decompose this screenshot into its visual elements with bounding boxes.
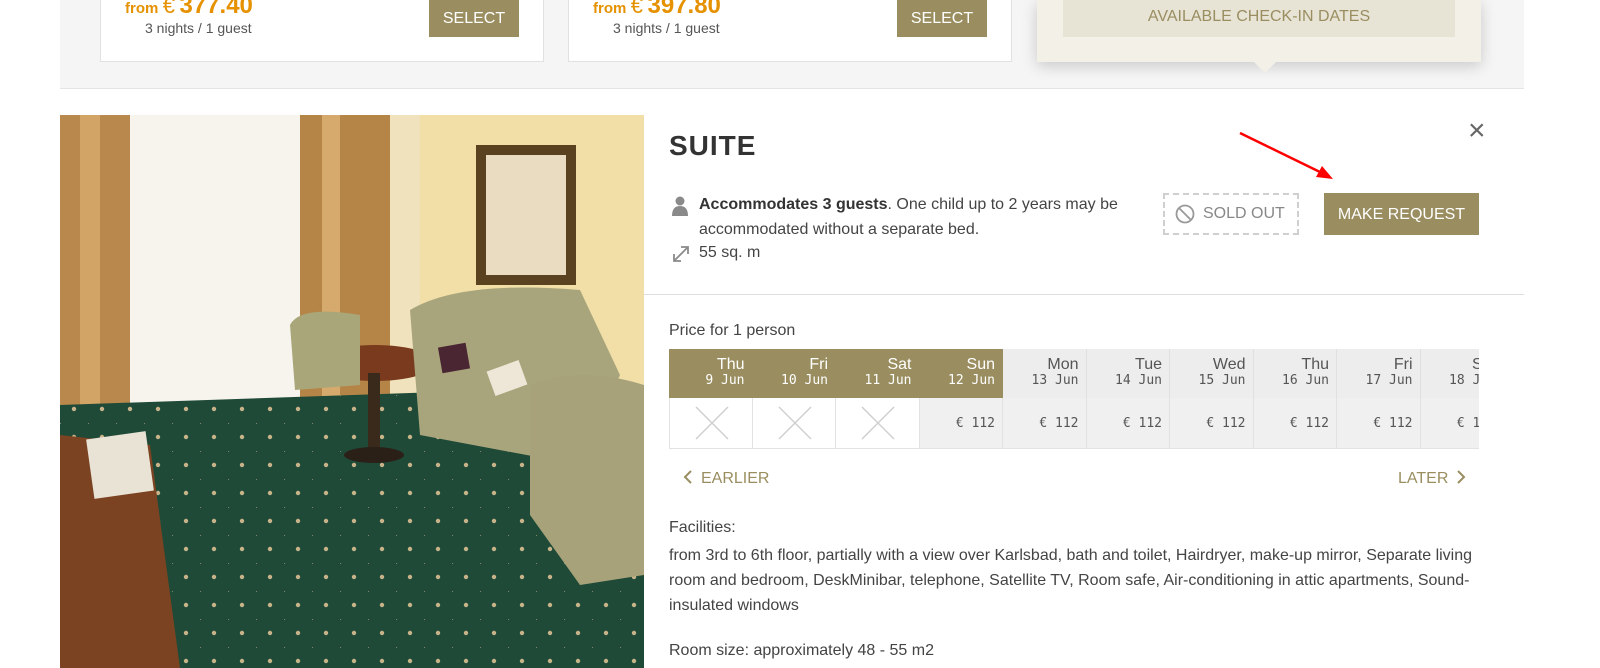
calendar-price-cell[interactable]: € 112 xyxy=(919,398,1003,449)
calendar-day-of-week: Thu xyxy=(716,356,745,373)
calendar-day-of-week: Sat xyxy=(887,356,912,373)
calendar-date: 10 Jun xyxy=(781,373,828,388)
offer-from-label: from xyxy=(125,0,159,17)
resize-arrow-icon xyxy=(673,246,689,262)
sold-out-badge: SOLD OUT xyxy=(1163,193,1299,235)
guest-capacity: Accommodates 3 guests. One child up to 2… xyxy=(699,192,1139,242)
calendar-date: 15 Jun xyxy=(1198,373,1246,388)
calendar-price-cell[interactable]: € 112 xyxy=(1170,398,1254,449)
offer-price: 377.40 xyxy=(179,0,253,19)
calendar-day-header: Sat18 Jun xyxy=(1420,349,1479,398)
calendar-day-header: Mon 13 Jun xyxy=(1003,349,1087,398)
make-request-button[interactable]: MAKE REQUEST xyxy=(1324,193,1479,235)
calendar-day-of-week: Mon xyxy=(1047,356,1079,373)
calendar-date: 17 Jun xyxy=(1365,373,1413,388)
calendar-day-header: Thu 16 Jun xyxy=(1253,349,1337,398)
room-photo xyxy=(60,115,644,668)
calendar-price-cell[interactable]: € 112 xyxy=(1253,398,1337,449)
offer-currency: € xyxy=(162,0,176,18)
offer-price-line: from € 397.80 xyxy=(593,0,721,20)
chevron-left-icon xyxy=(683,470,692,484)
calendar-date: 14 Jun xyxy=(1115,373,1162,388)
available-dates-button[interactable]: AVAILABLE CHECK-IN DATES xyxy=(1063,0,1455,37)
offer-card: from € 397.80 3 nights / 1 guest SELECT xyxy=(568,0,1012,62)
calendar-day-header: Thu 9 Jun xyxy=(669,349,753,398)
offer-nights: 3 nights / 1 guest xyxy=(145,20,252,36)
calendar-date: 18 Jun xyxy=(1449,373,1479,388)
guest-capacity-bold: Accommodates 3 guests xyxy=(699,196,888,213)
offer-price-line: from € 377.40 xyxy=(125,0,253,20)
calendar-day-of-week: Fri xyxy=(1393,356,1413,373)
sold-out-label: SOLD OUT xyxy=(1203,205,1285,222)
offer-currency: € xyxy=(630,0,644,18)
offer-card: from € 377.40 3 nights / 1 guest SELECT xyxy=(100,0,544,62)
calendar-header-row: Thu 9 Jun Fri 10 Jun Sat 11 Jun Sun 12 Jun Mon 13… xyxy=(669,349,1479,398)
calendar-date: 9 Jun xyxy=(705,373,745,388)
offer-nights: 3 nights / 1 guest xyxy=(613,20,720,36)
calendar-unavailable-cell xyxy=(836,398,920,449)
room-size-note: Room size: approximately 48 - 55 m2 xyxy=(669,642,934,659)
calendar-unavailable-cell xyxy=(669,398,753,449)
calendar-price-cell[interactable]: € 112 xyxy=(1086,398,1170,449)
calendar-date: 12 Jun xyxy=(948,373,995,388)
calendar-day-header: Tue 14 Jun xyxy=(1086,349,1170,398)
calendar-date: 16 Jun xyxy=(1282,373,1329,388)
calendar-day-of-week: Wed xyxy=(1212,356,1246,373)
calendar-day-header: Sun 12 Jun xyxy=(919,349,1003,398)
calendar-day-of-week: Tue xyxy=(1135,356,1162,373)
calendar-day-header: Sat 11 Jun xyxy=(836,349,920,398)
calendar-price-cell[interactable]: € 112 xyxy=(1337,398,1421,449)
later-label: LATER xyxy=(1398,470,1449,487)
room-title: SUITE xyxy=(669,130,757,161)
select-button[interactable]: SELECT xyxy=(429,0,519,37)
availability-panel: AVAILABLE CHECK-IN DATES xyxy=(1037,0,1481,62)
calendar-date: 11 Jun xyxy=(864,373,912,388)
offer-from-label: from xyxy=(593,0,627,17)
calendar-price-cell[interactable]: € 112 xyxy=(1003,398,1087,449)
cross-icon xyxy=(861,406,895,440)
room-size: 55 sq. m xyxy=(699,244,761,261)
calendar-unavailable-cell xyxy=(752,398,836,449)
calendar-price-cell[interactable]: € 112 xyxy=(1420,398,1479,449)
select-button[interactable]: SELECT xyxy=(897,0,987,37)
facilities-label: Facilities: xyxy=(669,519,736,536)
person-icon xyxy=(672,196,688,216)
calendar-day-of-week: Sat xyxy=(1471,356,1479,373)
calendar-day-of-week: Fri xyxy=(809,356,828,373)
calendar-price-row: € 112€ 112€ 112€ 112€ 112€ 112€ 112 xyxy=(669,398,1479,449)
divider xyxy=(644,294,1524,295)
calendar-date: 13 Jun xyxy=(1031,373,1079,388)
offer-price: 397.80 xyxy=(647,0,721,19)
calendar-day-of-week: Sun xyxy=(966,356,995,373)
calendar-day-of-week: Thu xyxy=(1301,356,1329,373)
calendar-day-header: Fri 10 Jun xyxy=(752,349,836,398)
close-icon[interactable]: × xyxy=(1468,116,1486,146)
price-calendar: Thu 9 Jun Fri 10 Jun Sat 11 Jun Sun 12 Jun Mon 13… xyxy=(669,349,1479,449)
cross-icon xyxy=(777,406,812,440)
calendar-day-header: Wed 15 Jun xyxy=(1170,349,1254,398)
price-for-label: Price for 1 person xyxy=(669,322,796,339)
prohibited-icon xyxy=(1175,204,1195,224)
panel-pointer xyxy=(1253,61,1277,73)
cross-icon xyxy=(695,406,729,440)
facilities-text: from 3rd to 6th floor, partially with a … xyxy=(669,547,1473,614)
chevron-right-icon xyxy=(1457,470,1466,484)
earlier-label: EARLIER xyxy=(701,470,770,487)
earlier-link[interactable]: EARLIER xyxy=(683,470,769,488)
calendar-day-header: Fri 17 Jun xyxy=(1337,349,1421,398)
later-link[interactable]: LATER xyxy=(1398,470,1466,488)
